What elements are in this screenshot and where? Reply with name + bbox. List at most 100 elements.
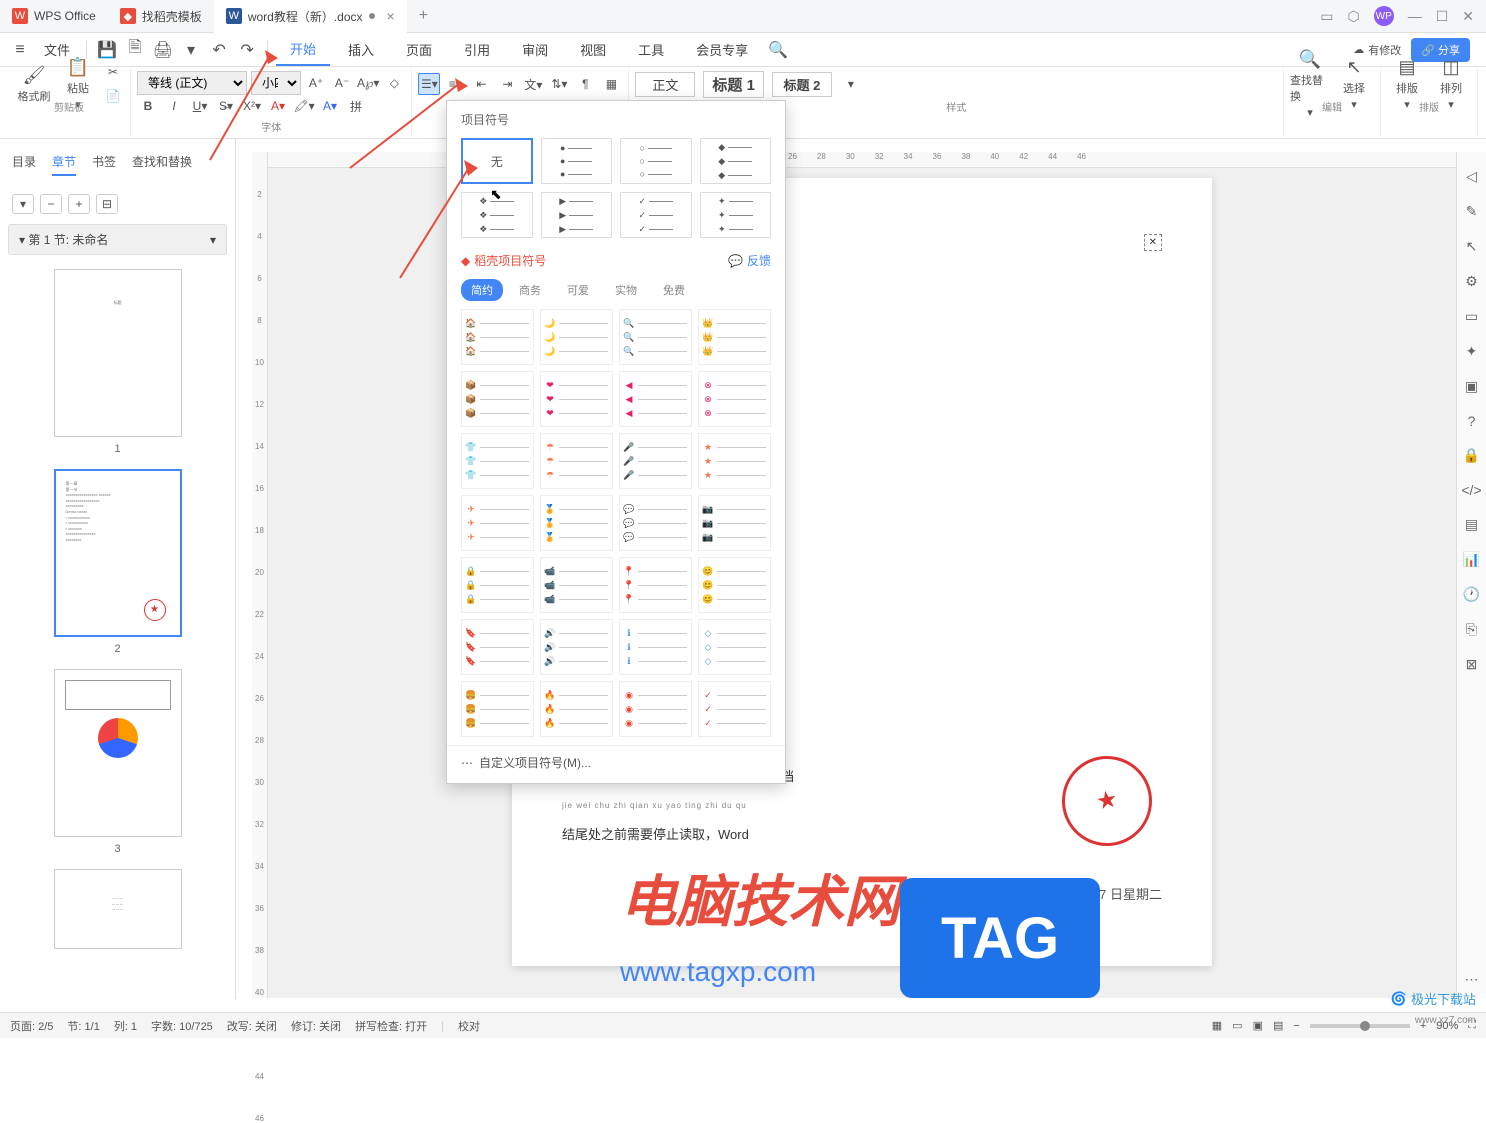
pencil-icon[interactable]: ✎ [1466,203,1478,220]
status-words[interactable]: 字数: 10/725 [151,1018,213,1034]
popup-tab-real[interactable]: 实物 [605,279,647,301]
menu-member[interactable]: 会员专享 [682,34,762,65]
maximize-icon[interactable]: ☐ [1436,8,1449,25]
menu-home[interactable]: 开始 [276,33,330,66]
fancy-bullet-option[interactable]: ❤❤❤ [540,371,613,427]
increase-indent-icon[interactable]: ⇥ [496,73,518,95]
fancy-bullet-option[interactable]: 💬💬💬 [619,495,692,551]
font-effect-icon[interactable]: A▾ [319,95,341,117]
page-thumb-1[interactable]: 标题 [54,269,182,437]
view-outline-icon[interactable]: ▤ [1273,1019,1283,1032]
new-tab-button[interactable]: + [407,7,440,25]
zoom-slider[interactable] [1310,1024,1410,1028]
fancy-bullet-option[interactable]: ✓✓✓ [698,681,771,737]
bold-icon[interactable]: B [137,95,159,117]
cut-icon[interactable]: ✂ [102,61,124,83]
avatar[interactable]: WP [1374,6,1394,26]
collapse-icon[interactable]: ▾ [12,194,34,214]
fancy-bullet-option[interactable]: ⊗⊗⊗ [698,371,771,427]
zoom-out-icon[interactable]: − [1293,1020,1299,1032]
menu-view[interactable]: 视图 [566,34,620,65]
fancy-bullet-option[interactable]: ◀◀◀ [619,371,692,427]
cube-icon[interactable]: ⬡ [1347,8,1359,25]
status-track[interactable]: 改写: 关闭 [227,1018,277,1034]
tab-document[interactable]: W word教程（新）.docx × [214,0,407,33]
section-header[interactable]: ▾ 第 1 节: 未命名▾ [8,224,227,255]
menu-tools[interactable]: 工具 [624,34,678,65]
tool-icon[interactable]: ✦ [1466,343,1478,360]
menu-reference[interactable]: 引用 [450,34,504,65]
styles-more-icon[interactable]: ▾ [840,73,862,95]
view-web-icon[interactable]: ▣ [1253,1019,1263,1032]
custom-bullets-link[interactable]: ⋯ 自定义项目符号(M)... [447,745,785,775]
chart-icon[interactable]: 📊 [1463,551,1480,568]
tab-templates[interactable]: ◆ 找稻壳模板 [108,0,214,33]
panel-icon[interactable]: ▭ [1320,8,1333,25]
settings-icon[interactable]: ⚙ [1465,273,1478,290]
page-thumb-3[interactable] [54,669,182,837]
status-page[interactable]: 页面: 2/5 [10,1018,53,1034]
decrease-indent-icon[interactable]: ⇤ [470,73,492,95]
tab-wps[interactable]: W WPS Office [0,0,108,33]
fancy-bullet-option[interactable]: 🔖🔖🔖 [461,619,534,675]
status-revision[interactable]: 修订: 关闭 [291,1018,341,1034]
fancy-bullet-option[interactable]: ℹℹℹ [619,619,692,675]
bullet-check[interactable]: ✓✓✓ [620,192,692,238]
menu-review[interactable]: 审阅 [508,34,562,65]
fancy-bullet-option[interactable]: 🔍🔍🔍 [619,309,692,365]
popup-tab-free[interactable]: 免费 [653,279,695,301]
fancy-bullet-option[interactable]: 📦📦📦 [461,371,534,427]
text-direction-icon[interactable]: 文▾ [522,73,544,95]
border-icon[interactable]: ▦ [600,73,622,95]
menu-page[interactable]: 页面 [392,34,446,65]
fancy-bullet-option[interactable]: 🌙🌙🌙 [540,309,613,365]
increase-font-icon[interactable]: A⁺ [305,72,327,94]
fancy-bullet-option[interactable]: 🔥🔥🔥 [540,681,613,737]
fancy-bullet-option[interactable]: 👑👑👑 [698,309,771,365]
help-icon[interactable]: ? [1468,413,1476,429]
close-icon[interactable]: × [387,8,395,24]
collapse-icon[interactable]: ◁ [1466,168,1477,185]
fancy-bullet-option[interactable]: 🔒🔒🔒 [461,557,534,613]
code-icon[interactable]: </> [1461,482,1481,498]
page-icon[interactable]: ▭ [1465,308,1478,325]
fancy-bullet-option[interactable]: ★★★ [698,433,771,489]
bookmark-icon[interactable]: ▣ [1465,378,1478,395]
layout-icon[interactable]: ▤ [1465,516,1478,533]
view-print-icon[interactable]: ▦ [1212,1019,1222,1032]
menu-insert[interactable]: 插入 [334,34,388,65]
fancy-bullet-option[interactable]: 🍔🍔🍔 [461,681,534,737]
fancy-bullet-option[interactable]: ✈✈✈ [461,495,534,551]
fancy-bullet-option[interactable]: ◉◉◉ [619,681,692,737]
close-icon[interactable]: ⊠ [1466,656,1478,673]
print-icon[interactable]: 🖨 [151,38,175,62]
lock-icon[interactable]: 🔒 [1463,447,1480,464]
nav-tab-toc[interactable]: 目录 [12,153,36,176]
sort-icon[interactable]: ⇅▾ [548,73,570,95]
style-normal[interactable]: 正文 [635,72,695,97]
bullet-star[interactable]: ✦✦✦ [700,192,772,238]
style-h2[interactable]: 标题 2 [772,72,832,97]
popup-tab-cute[interactable]: 可爱 [557,279,599,301]
italic-icon[interactable]: I [163,95,185,117]
fancy-bullet-option[interactable]: 📷📷📷 [698,495,771,551]
bullet-triangle[interactable]: ▶▶▶ [541,192,613,238]
fancy-bullet-option[interactable]: 🏠🏠🏠 [461,309,534,365]
minimize-icon[interactable]: — [1408,8,1422,24]
page-thumb-2[interactable]: 第一章第一节xxxxxxxxxxxxxxxx xxxxxxxxxxxxxxxxx… [54,469,182,637]
fancy-bullet-option[interactable]: ◇◇◇ [698,619,771,675]
clock-icon[interactable]: 🕐 [1463,586,1480,603]
copy-icon[interactable]: ⎘ [1466,621,1477,638]
feedback-link[interactable]: 💬 反馈 [728,252,771,269]
nav-tab-sections[interactable]: 章节 [52,153,76,176]
close-window-icon[interactable]: ✕ [1462,8,1474,25]
nav-tab-bookmarks[interactable]: 书签 [92,153,116,176]
view-read-icon[interactable]: ▭ [1232,1019,1242,1032]
bullet-disc[interactable]: ●●● [541,138,613,184]
delete-icon[interactable]: ⊟ [96,194,118,214]
fancy-bullet-option[interactable]: 🔊🔊🔊 [540,619,613,675]
remove-icon[interactable]: − [40,194,62,214]
bullet-diamond[interactable]: ◆◆◆ [700,138,772,184]
fancy-bullet-option[interactable]: 🏅🏅🏅 [540,495,613,551]
highlight-icon[interactable]: 🖍▾ [293,95,315,117]
